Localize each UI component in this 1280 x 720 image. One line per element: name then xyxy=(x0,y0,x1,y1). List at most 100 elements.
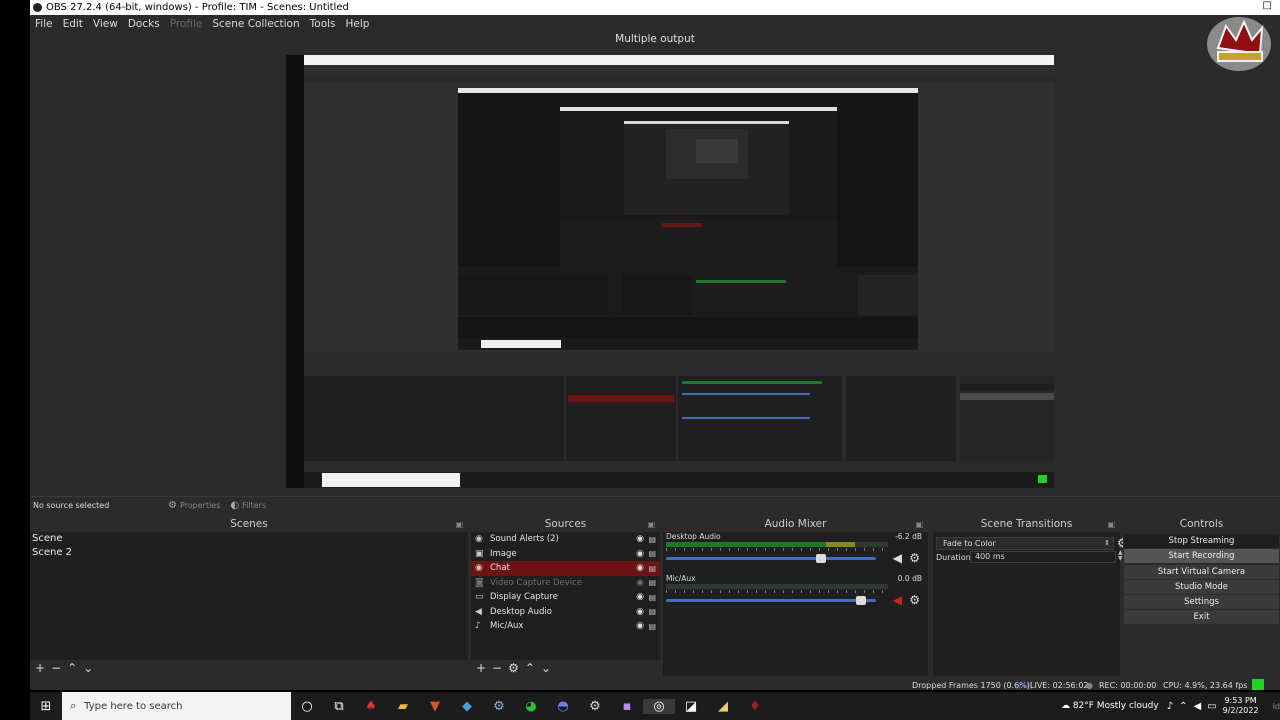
audio-mixer-dock: Audio Mixer ▣ Desktop Audio -6.2 dB ◀ ⚙ Mic/A… xyxy=(663,517,928,676)
properties-button[interactable]: ⚙ Properties xyxy=(168,500,220,511)
steam-icon[interactable]: ⚙ xyxy=(483,699,515,714)
duration-input[interactable]: 400 ms xyxy=(970,551,1116,563)
gear-icon: ⚙ xyxy=(168,500,177,511)
move-up-icon[interactable]: ⌃ xyxy=(67,661,77,675)
muted-speaker-icon[interactable]: ◀ xyxy=(893,593,902,607)
clock-date: 9/2/2022 xyxy=(1222,706,1259,715)
tray-chevron-icon[interactable]: ⌃ xyxy=(1179,701,1187,712)
app-icon[interactable]: ◪ xyxy=(675,699,707,714)
source-item[interactable]: ◉ Sound Alerts (2) ◉ ▤ xyxy=(471,532,660,547)
obs-icon[interactable]: ◎ xyxy=(643,698,675,714)
mixer-channels: Desktop Audio -6.2 dB ◀ ⚙ Mic/Aux 0.0 dB ◀ ⚙ xyxy=(663,532,928,616)
source-name: Image xyxy=(490,548,517,559)
studio-mode-button[interactable]: Studio Mode xyxy=(1124,579,1279,594)
menu-help[interactable]: Help xyxy=(346,18,370,30)
menu-docks[interactable]: Docks xyxy=(128,18,160,30)
source-properties-icon[interactable]: ⚙ xyxy=(508,661,519,675)
app-icon[interactable]: ◆ xyxy=(451,699,483,714)
task-view-icon[interactable]: ⧉ xyxy=(323,699,355,714)
wechat-icon[interactable]: ◕ xyxy=(515,699,547,714)
visibility-eye-icon[interactable]: ◉ xyxy=(636,534,644,544)
stop-streaming-button[interactable]: Stop Streaming xyxy=(1124,534,1279,548)
menu-edit[interactable]: Edit xyxy=(63,18,83,30)
start-virtual-camera-button[interactable]: Start Virtual Camera xyxy=(1124,564,1279,579)
lock-icon[interactable]: ▤ xyxy=(648,549,656,558)
scene-item[interactable]: Scene 2 xyxy=(30,546,468,560)
volume-slider[interactable] xyxy=(666,596,876,605)
lock-icon[interactable]: ▤ xyxy=(648,622,656,631)
crown-mascot-icon xyxy=(1207,17,1271,71)
dock-float-icon[interactable]: ▣ xyxy=(455,517,463,532)
program-preview[interactable] xyxy=(286,55,1054,488)
brave-icon[interactable]: ▼ xyxy=(419,699,451,714)
clock[interactable]: 9:53 PM 9/2/2022 xyxy=(1223,696,1259,716)
lock-icon[interactable]: ▤ xyxy=(648,607,656,616)
dock-float-icon[interactable]: ▣ xyxy=(1107,517,1115,532)
settings-button[interactable]: Settings xyxy=(1124,595,1279,610)
app-icon[interactable]: ♠ xyxy=(355,699,387,714)
visibility-eye-icon[interactable]: ◉ xyxy=(636,563,644,573)
menu-tools[interactable]: Tools xyxy=(310,18,336,30)
cortana-icon[interactable]: ○ xyxy=(291,699,323,714)
remove-source-icon[interactable]: − xyxy=(492,661,502,675)
source-item[interactable]: ◀ Desktop Audio ◉ ▤ xyxy=(471,605,660,620)
lock-icon[interactable]: ▤ xyxy=(648,578,656,587)
volume-slider[interactable] xyxy=(666,554,876,563)
visibility-eye-icon[interactable]: ◉ xyxy=(636,549,644,559)
gear-icon[interactable]: ⚙ xyxy=(909,551,920,565)
remove-scene-icon[interactable]: − xyxy=(51,661,61,675)
duration-label: Duration xyxy=(936,553,971,562)
taskbar-search[interactable]: ⌕ Type here to search xyxy=(62,692,291,720)
gear-icon[interactable]: ⚙ xyxy=(909,593,920,607)
lock-icon[interactable]: ▤ xyxy=(648,564,656,573)
app-icon[interactable]: ◢ xyxy=(707,699,739,714)
dropped-frames: Dropped Frames 1750 (0.6%) xyxy=(912,681,1030,690)
lock-icon[interactable]: ▤ xyxy=(648,535,656,544)
visibility-eye-icon[interactable]: ◉ xyxy=(636,621,644,631)
move-down-icon[interactable]: ⌄ xyxy=(83,661,93,675)
add-source-icon[interactable]: + xyxy=(476,661,486,675)
windows-start-icon[interactable]: ⊞ xyxy=(30,699,62,714)
menu-file[interactable]: File xyxy=(35,18,53,30)
folder-icon[interactable]: ▰ xyxy=(387,699,419,714)
menu-view[interactable]: View xyxy=(93,18,118,30)
visibility-eye-icon[interactable]: ◉ xyxy=(636,592,644,602)
lock-icon[interactable]: ▤ xyxy=(648,593,656,602)
premiere-icon[interactable]: ▪ xyxy=(611,699,643,714)
speaker-icon[interactable]: ◀ xyxy=(893,551,902,565)
source-item[interactable]: ◙ Video Capture Device ◉ ▤ xyxy=(471,576,660,591)
transition-select[interactable]: Fade to Color ⇕ xyxy=(936,537,1114,550)
cloud-icon: ☁ xyxy=(1060,701,1073,711)
app-icon[interactable]: ♦ xyxy=(739,699,771,714)
filters-button[interactable]: ◐ Filters xyxy=(230,500,266,511)
chevron-updown-icon: ⇕ xyxy=(1104,539,1110,547)
volume-tray-icon[interactable]: ◀ xyxy=(1193,701,1201,712)
move-down-icon[interactable]: ⌄ xyxy=(541,661,551,675)
dock-float-icon[interactable]: ▣ xyxy=(647,517,655,532)
visibility-eye-icon[interactable]: ◉ xyxy=(636,578,644,588)
stream-health-indicator xyxy=(1252,679,1264,690)
menu-scene-collection[interactable]: Scene Collection xyxy=(212,18,299,30)
network-tray-icon[interactable]: ▭ xyxy=(1207,701,1216,712)
duration-spinner-icon[interactable]: ▲ ▼ xyxy=(1118,550,1123,562)
slider-knob[interactable] xyxy=(816,554,826,563)
source-item[interactable]: ◉ Chat ◉ ▤ xyxy=(471,561,660,576)
source-item[interactable]: ♪ Mic/Aux ◉ ▤ xyxy=(471,619,660,634)
add-scene-icon[interactable]: + xyxy=(35,661,45,675)
source-toolbar: No source selected ⚙ Properties ◐ Filters xyxy=(30,496,1280,514)
weather-widget[interactable]: ☁ 82°F Mostly cloudy xyxy=(1061,701,1159,711)
move-up-icon[interactable]: ⌃ xyxy=(525,661,535,675)
visibility-eye-icon[interactable]: ◉ xyxy=(636,607,644,617)
source-item[interactable]: ▣ Image ◉ ▤ xyxy=(471,547,660,562)
slider-knob[interactable] xyxy=(856,596,866,605)
start-recording-button[interactable]: Start Recording xyxy=(1124,549,1279,564)
settings-icon[interactable]: ⚙ xyxy=(579,699,611,714)
maximize-icon[interactable]: □ xyxy=(1263,0,1272,11)
scene-item[interactable]: Scene xyxy=(30,532,468,546)
discord-icon[interactable]: ◓ xyxy=(547,699,579,714)
menu-profile[interactable]: Profile xyxy=(170,18,203,30)
microphone-tray-icon[interactable]: ♪ xyxy=(1167,701,1173,712)
dock-float-icon[interactable]: ▣ xyxy=(915,517,923,532)
exit-button[interactable]: Exit xyxy=(1124,610,1279,625)
source-item[interactable]: ▭ Display Capture ◉ ▤ xyxy=(471,590,660,605)
